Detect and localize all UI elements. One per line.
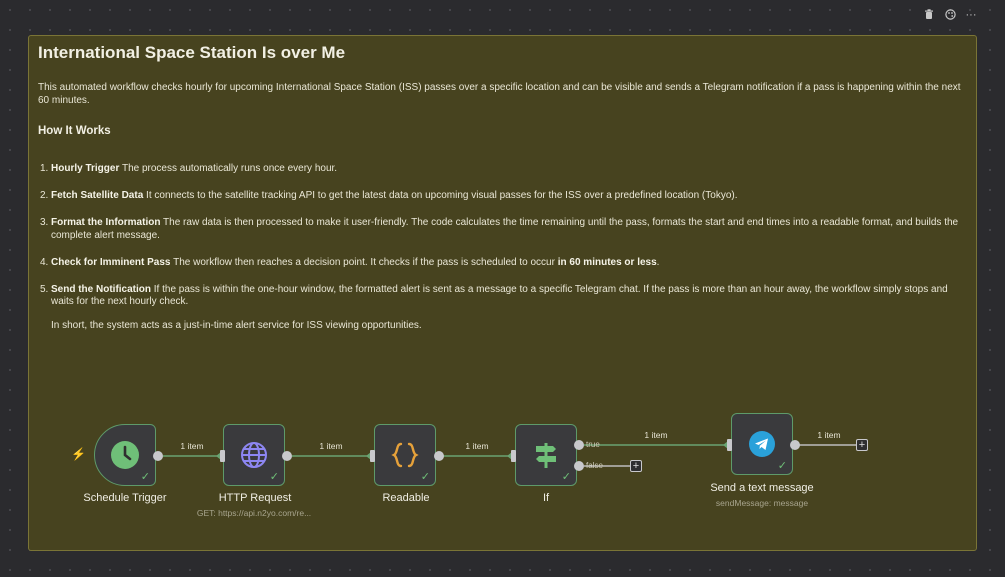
success-check-icon: ✓ bbox=[420, 471, 430, 483]
workflow-connections bbox=[163, 441, 856, 467]
edge-label: 1 item bbox=[817, 430, 841, 440]
edge-label: 1 item bbox=[644, 430, 668, 440]
output-port[interactable] bbox=[153, 451, 163, 461]
input-port[interactable] bbox=[511, 450, 516, 462]
node-readable[interactable]: ✓ bbox=[374, 424, 436, 486]
add-node-button[interactable]: + bbox=[856, 439, 868, 451]
input-port[interactable] bbox=[727, 439, 732, 451]
edge-label: 1 item bbox=[180, 441, 204, 451]
success-check-icon: ✓ bbox=[269, 471, 279, 483]
edge-label: 1 item bbox=[465, 441, 489, 451]
edge-label: 1 item bbox=[319, 441, 343, 451]
success-check-icon: ✓ bbox=[561, 471, 571, 483]
branch-label-false: false bbox=[586, 461, 603, 470]
bolt-icon: ⚡ bbox=[71, 447, 86, 461]
input-port[interactable] bbox=[370, 450, 375, 462]
input-port[interactable] bbox=[220, 450, 225, 462]
node-label: If bbox=[542, 492, 550, 504]
output-port-false[interactable] bbox=[574, 461, 584, 471]
node-label: HTTP Request bbox=[218, 492, 292, 504]
output-port-true[interactable] bbox=[574, 440, 584, 450]
node-http-request[interactable]: ✓ bbox=[223, 424, 285, 486]
node-send-text-message[interactable]: ✓ bbox=[731, 413, 793, 475]
output-port[interactable] bbox=[790, 440, 800, 450]
branch-label-true: true bbox=[586, 440, 600, 449]
output-port[interactable] bbox=[282, 451, 292, 461]
node-label: Schedule Trigger bbox=[83, 492, 167, 504]
node-if[interactable]: ✓ bbox=[515, 424, 577, 486]
success-check-icon: ✓ bbox=[777, 460, 787, 472]
node-subtitle: sendMessage: message bbox=[715, 498, 809, 508]
node-subtitle: GET: https://api.n2yo.com/re... bbox=[196, 508, 312, 518]
output-port[interactable] bbox=[434, 451, 444, 461]
success-check-icon: ✓ bbox=[140, 471, 150, 483]
add-node-button[interactable]: + bbox=[630, 460, 642, 472]
node-label: Readable bbox=[382, 492, 430, 504]
node-schedule-trigger[interactable]: ✓ bbox=[94, 424, 156, 486]
node-label: Send a text message bbox=[710, 482, 814, 494]
